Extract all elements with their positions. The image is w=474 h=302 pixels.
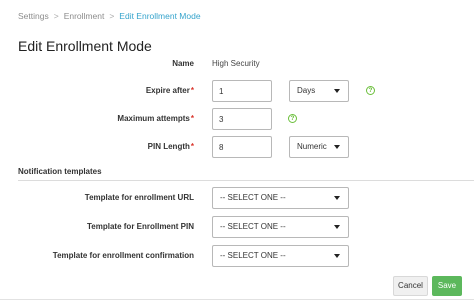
pin-length-label: PIN Length* [147,142,194,151]
template-pin-row: Template for Enrollment PIN -- SELECT ON… [0,216,474,238]
pin-type-value: Numeric [297,142,327,151]
template-url-row: Template for enrollment URL -- SELECT ON… [0,187,474,209]
breadcrumb-current: Edit Enrollment Mode [119,11,201,21]
save-button[interactable]: Save [432,276,462,296]
template-pin-value: -- SELECT ONE -- [220,222,286,231]
required-marker: * [190,86,194,95]
template-confirmation-label: Template for enrollment confirmation [52,251,194,260]
template-confirmation-row: Template for enrollment confirmation -- … [0,245,474,267]
expire-after-row: Expire after* Days ? [0,80,474,102]
page-title: Edit Enrollment Mode [18,38,152,54]
notification-templates-title: Notification templates [18,167,102,176]
cancel-button[interactable]: Cancel [393,276,428,296]
caret-down-icon [334,225,340,229]
question-circle-icon[interactable]: ? [288,114,297,123]
breadcrumb-enrollment[interactable]: Enrollment [64,11,105,21]
caret-down-icon [334,89,340,93]
template-pin-label: Template for Enrollment PIN [87,222,194,231]
expire-after-label: Expire after* [145,86,194,95]
template-url-label: Template for enrollment URL [84,193,194,202]
expire-after-input[interactable] [212,80,272,102]
required-marker: * [190,114,194,123]
maximum-attempts-input[interactable] [212,108,272,130]
caret-down-icon [334,145,340,149]
breadcrumb: Settings > Enrollment > Edit Enrollment … [18,11,201,21]
maximum-attempts-row: Maximum attempts* ? [0,108,474,130]
caret-down-icon [334,254,340,258]
breadcrumb-separator: > [53,11,59,21]
expire-after-unit-value: Days [297,86,316,95]
template-confirmation-value: -- SELECT ONE -- [220,251,286,260]
name-row: Name High Security [0,53,474,75]
pin-length-input[interactable] [212,136,272,158]
caret-down-icon [334,196,340,200]
name-label: Name [172,59,194,68]
template-pin-select[interactable]: -- SELECT ONE -- [212,216,349,238]
question-circle-icon[interactable]: ? [366,86,375,95]
required-marker: * [190,142,194,151]
breadcrumb-separator: > [109,11,115,21]
pin-type-select[interactable]: Numeric [289,136,349,158]
template-confirmation-select[interactable]: -- SELECT ONE -- [212,245,349,267]
expire-after-unit-select[interactable]: Days [289,80,349,102]
name-value: High Security [212,59,260,68]
template-url-select[interactable]: -- SELECT ONE -- [212,187,349,209]
template-url-value: -- SELECT ONE -- [220,193,286,202]
breadcrumb-settings[interactable]: Settings [18,11,49,21]
footer-divider [0,299,474,300]
maximum-attempts-label: Maximum attempts* [117,114,194,123]
section-divider [18,180,474,181]
pin-length-row: PIN Length* Numeric [0,136,474,158]
